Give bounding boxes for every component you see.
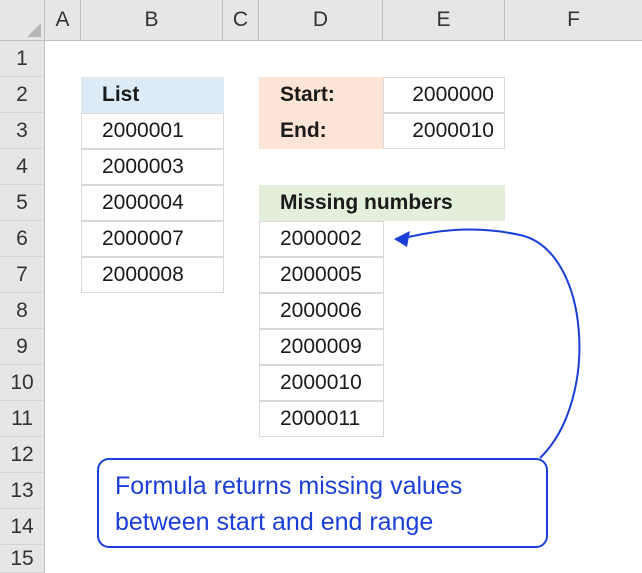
- missing-cell[interactable]: 2000011: [259, 401, 384, 437]
- list-cell[interactable]: 2000004: [81, 185, 224, 221]
- missing-cell[interactable]: 2000002: [259, 221, 384, 257]
- row-header-2[interactable]: 2: [0, 77, 45, 113]
- list-header-cell[interactable]: List: [81, 77, 224, 113]
- row-header-8[interactable]: 8: [0, 293, 45, 329]
- callout-line-2: between start and end range: [115, 508, 434, 536]
- row-header-6[interactable]: 6: [0, 221, 45, 257]
- row-header-10[interactable]: 10: [0, 365, 45, 401]
- missing-cell[interactable]: 2000005: [259, 257, 384, 293]
- row-header-4[interactable]: 4: [0, 149, 45, 185]
- column-header-f[interactable]: F: [505, 0, 642, 41]
- select-all-corner[interactable]: [0, 0, 45, 41]
- spreadsheet: A B C D E F 1 2 3 4 5 6 7 8 9 10 11 12 1…: [0, 0, 642, 573]
- column-header-a[interactable]: A: [45, 0, 81, 41]
- row-header-3[interactable]: 3: [0, 113, 45, 149]
- row-header-11[interactable]: 11: [0, 401, 45, 437]
- column-header-e[interactable]: E: [383, 0, 505, 41]
- list-cell[interactable]: 2000001: [81, 113, 224, 149]
- row-header-14[interactable]: 14: [0, 509, 45, 545]
- start-value-cell[interactable]: 2000000: [383, 77, 505, 113]
- missing-cell[interactable]: 2000010: [259, 365, 384, 401]
- column-header-b[interactable]: B: [81, 0, 223, 41]
- list-cell[interactable]: 2000003: [81, 149, 224, 185]
- missing-cell[interactable]: 2000006: [259, 293, 384, 329]
- start-label-cell[interactable]: Start:: [259, 77, 384, 113]
- row-header-5[interactable]: 5: [0, 185, 45, 221]
- missing-header-cell[interactable]: Missing numbers: [259, 185, 505, 221]
- row-header-9[interactable]: 9: [0, 329, 45, 365]
- list-cell[interactable]: 2000007: [81, 221, 224, 257]
- select-all-triangle-icon: [27, 23, 41, 37]
- column-header-c[interactable]: C: [223, 0, 259, 41]
- row-header-12[interactable]: 12: [0, 437, 45, 473]
- end-label-cell[interactable]: End:: [259, 113, 384, 149]
- list-cell[interactable]: 2000008: [81, 257, 224, 293]
- callout-box: Formula returns missing values between s…: [97, 458, 548, 548]
- row-header-15[interactable]: 15: [0, 545, 45, 573]
- row-header-13[interactable]: 13: [0, 473, 45, 509]
- row-header-1[interactable]: 1: [0, 41, 45, 77]
- row-header-7[interactable]: 7: [0, 257, 45, 293]
- missing-cell[interactable]: 2000009: [259, 329, 384, 365]
- column-header-d[interactable]: D: [259, 0, 383, 41]
- end-value-cell[interactable]: 2000010: [383, 113, 505, 149]
- callout-line-1: Formula returns missing values: [115, 472, 463, 500]
